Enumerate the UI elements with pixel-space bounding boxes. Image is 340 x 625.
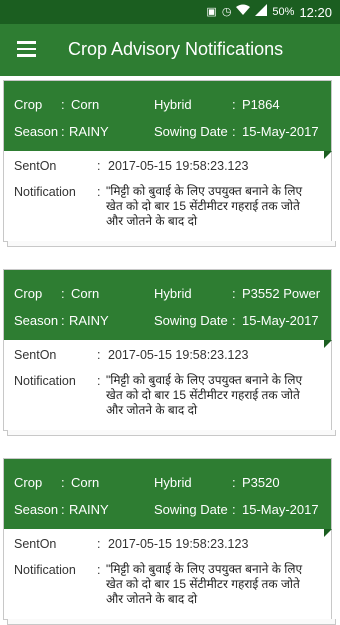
notification-label: Notification: [14, 374, 76, 388]
status-time: 12:20: [299, 4, 332, 20]
crop-value: Corn: [71, 97, 100, 112]
hybrid-label: Hybrid: [154, 475, 192, 490]
notification-label: Notification: [14, 563, 76, 577]
season-label: Season: [14, 313, 59, 328]
sent-on-colon: :: [97, 159, 101, 173]
sowing-date-value: 15-May-2017: [242, 313, 319, 328]
season-label: Season: [14, 502, 59, 517]
notification-text: "मिट्टी को बुवाई के लिए उपयुक्त बनाने के…: [106, 184, 303, 228]
sowing-date-colon: :: [232, 124, 236, 139]
advisory-card[interactable]: Crop : Corn Hybrid : P1864 Season : RAIN…: [3, 80, 336, 247]
hybrid-colon: :: [232, 475, 236, 490]
hybrid-value: P3552 Power: [242, 286, 321, 301]
crop-label: Crop: [14, 97, 43, 112]
page-title: Crop Advisory Notifications: [68, 39, 284, 59]
sent-on-label: SentOn: [14, 159, 57, 173]
vibrate-icon: ▣: [206, 6, 217, 18]
season-value: RAINY: [69, 124, 109, 139]
hybrid-label: Hybrid: [154, 97, 192, 112]
crop-label: Crop: [14, 475, 43, 490]
hybrid-value: P1864: [242, 97, 280, 112]
sowing-date-label: Sowing Date: [154, 502, 228, 517]
sowing-date-value: 15-May-2017: [242, 124, 319, 139]
hybrid-colon: :: [232, 286, 236, 301]
sent-on-label: SentOn: [14, 348, 57, 362]
sowing-date-label: Sowing Date: [154, 124, 228, 139]
wifi-icon: [236, 4, 251, 20]
sent-on-label: SentOn: [14, 537, 57, 551]
season-colon: :: [61, 502, 65, 517]
season-colon: :: [61, 313, 65, 328]
sent-on-colon: :: [97, 348, 101, 362]
notification-text: "मिट्टी को बुवाई के लिए उपयुक्त बनाने के…: [106, 373, 303, 417]
hybrid-label: Hybrid: [154, 286, 192, 301]
sowing-date-value: 15-May-2017: [242, 502, 319, 517]
crop-value: Corn: [71, 475, 100, 490]
sent-on-value: 2017-05-15 19:58:23.123: [108, 348, 249, 362]
signal-icon: [255, 4, 268, 20]
notification-colon: :: [97, 374, 101, 388]
card-header: Crop : Corn Hybrid : P3520 Season : RAIN…: [4, 459, 332, 537]
season-value: RAINY: [69, 502, 109, 517]
sent-on-value: 2017-05-15 19:58:23.123: [108, 537, 249, 551]
crop-label: Crop: [14, 286, 43, 301]
crop-colon: :: [61, 97, 65, 112]
notification-colon: :: [97, 185, 101, 199]
card-body: SentOn : 2017-05-15 19:58:23.123 Notific…: [4, 151, 331, 241]
crop-value: Corn: [71, 286, 100, 301]
notification-colon: :: [97, 563, 101, 577]
card-header: Crop : Corn Hybrid : P1864 Season : RAIN…: [4, 81, 332, 159]
season-label: Season: [14, 124, 59, 139]
notification-text: "मिट्टी को बुवाई के लिए उपयुक्त बनाने के…: [106, 562, 303, 606]
hybrid-value: P3520: [242, 475, 280, 490]
advisory-card[interactable]: Crop : Corn Hybrid : P3552 Power Season …: [3, 269, 336, 436]
sent-on-value: 2017-05-15 19:58:23.123: [108, 159, 249, 173]
notification-label: Notification: [14, 185, 76, 199]
battery-level: 50%: [272, 6, 295, 18]
card-body: SentOn : 2017-05-15 19:58:23.123 Notific…: [4, 340, 331, 430]
card-header: Crop : Corn Hybrid : P3552 Power Season …: [4, 270, 332, 348]
sent-on-colon: :: [97, 537, 101, 551]
sowing-date-colon: :: [232, 313, 236, 328]
season-value: RAINY: [69, 313, 109, 328]
advisory-card[interactable]: Crop : Corn Hybrid : P3520 Season : RAIN…: [3, 458, 336, 625]
app-bar: Crop Advisory Notifications: [0, 24, 340, 76]
hybrid-colon: :: [232, 97, 236, 112]
status-bar: ▣ ◷ 50% 12:20: [0, 0, 340, 24]
menu-icon[interactable]: [17, 41, 36, 57]
sowing-date-label: Sowing Date: [154, 313, 228, 328]
status-icons: ▣ ◷ 50% 12:20: [206, 4, 332, 20]
season-colon: :: [61, 124, 65, 139]
crop-colon: :: [61, 475, 65, 490]
alarm-icon: ◷: [221, 6, 232, 18]
sowing-date-colon: :: [232, 502, 236, 517]
crop-colon: :: [61, 286, 65, 301]
